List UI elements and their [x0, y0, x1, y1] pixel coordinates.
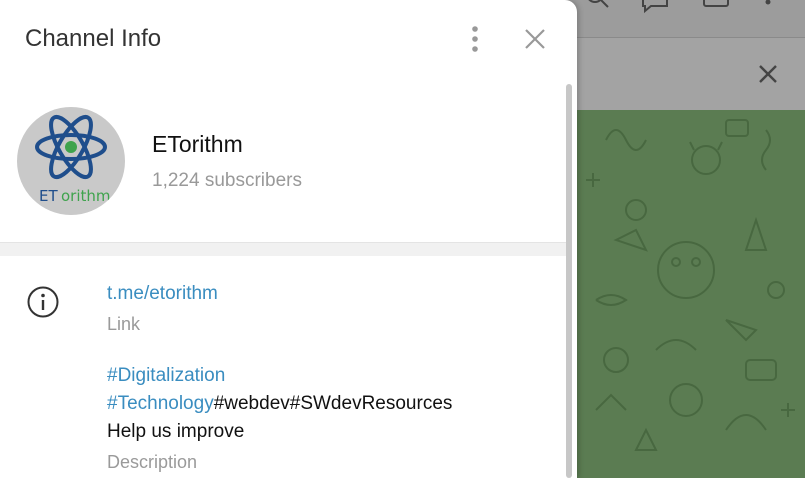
description-text: #webdev#SWdevResources [213, 393, 453, 414]
channel-info-panel: Channel Info ET orithm ETorithm 1,224 su… [0, 0, 577, 478]
svg-text:orithm: orithm [61, 187, 111, 205]
info-circle-icon [27, 286, 59, 318]
panel-title: Channel Info [25, 25, 162, 52]
atom-logo-icon: ET orithm [35, 114, 111, 205]
search-icon[interactable] [584, 0, 612, 12]
section-divider [0, 242, 566, 256]
channel-link[interactable]: t.me/etorithm [107, 283, 218, 305]
description-line-3: Help us improve [107, 421, 245, 442]
channel-name: ETorithm [152, 131, 243, 157]
close-icon[interactable] [522, 26, 548, 52]
hashtag-digitalization[interactable]: #Digitalization [107, 365, 225, 386]
more-vertical-icon[interactable] [462, 24, 488, 54]
more-vertical-icon[interactable] [762, 0, 774, 10]
link-label: Link [107, 314, 141, 334]
sidebar-icon[interactable] [702, 0, 730, 10]
description-label: Description [107, 452, 198, 472]
channel-avatar[interactable]: ET orithm [17, 107, 125, 215]
comments-icon[interactable] [640, 0, 672, 14]
svg-text:ET: ET [39, 187, 58, 205]
hashtag-technology[interactable]: #Technology [107, 393, 214, 414]
description-line-2: #Technology#webdev#SWdevResources [107, 393, 452, 415]
subscriber-count: 1,224 subscribers [152, 170, 302, 191]
scrollbar[interactable] [566, 84, 572, 478]
close-icon[interactable] [756, 62, 780, 86]
description-line-1: #Digitalization [107, 365, 225, 387]
chat-pattern [586, 119, 795, 451]
